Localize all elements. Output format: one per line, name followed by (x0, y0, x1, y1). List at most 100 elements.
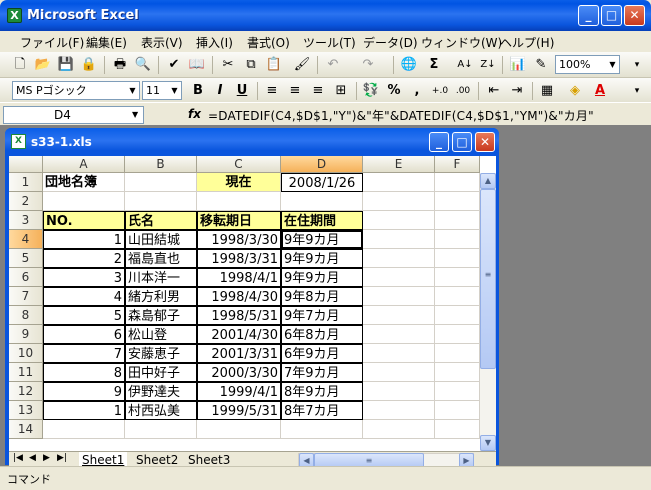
cell[interactable] (43, 192, 125, 211)
redo-icon[interactable]: ↷ (358, 55, 378, 75)
undo-icon[interactable]: ↶ (323, 55, 343, 75)
permission-icon[interactable]: 🔒 (79, 55, 99, 75)
cell[interactable] (363, 306, 435, 325)
toolbar-options-icon[interactable]: ▾ (627, 81, 647, 101)
menu-tools[interactable]: ツール(T) (303, 34, 356, 51)
autosum-icon[interactable]: Σ (424, 55, 444, 75)
open-icon[interactable]: 📂 (33, 55, 53, 75)
copy-icon[interactable]: ⧉ (241, 55, 261, 75)
currency-icon[interactable]: 💱 (361, 81, 381, 101)
row-header[interactable]: 10 (9, 344, 43, 363)
cell[interactable] (363, 230, 435, 249)
menu-insert[interactable]: 挿入(I) (196, 34, 233, 51)
cell-period[interactable]: 9年8カ月 (281, 287, 363, 306)
save-icon[interactable]: 💾 (56, 55, 76, 75)
cell-c3[interactable]: 移転期日 (197, 211, 281, 230)
col-header-d[interactable]: D (281, 156, 363, 173)
row-header[interactable]: 5 (9, 249, 43, 268)
cell-period[interactable]: 8年7カ月 (281, 401, 363, 420)
cell-period[interactable]: 6年8カ月 (281, 325, 363, 344)
cell-name[interactable]: 伊野達夫 (125, 382, 197, 401)
font-color-icon[interactable]: A (590, 81, 610, 101)
new-icon[interactable]: 🗋 (10, 55, 30, 75)
cell[interactable] (435, 363, 480, 382)
cell-name[interactable]: 松山登 (125, 325, 197, 344)
font-name-combo[interactable]: MS Pゴシック ▼ (12, 81, 140, 100)
cell[interactable] (363, 249, 435, 268)
cell[interactable] (197, 420, 281, 439)
cell[interactable] (435, 211, 480, 230)
menu-file[interactable]: ファイル(F) (20, 34, 84, 51)
cell[interactable] (435, 306, 480, 325)
cell-period[interactable]: 9年9カ月 (281, 268, 363, 287)
cell[interactable] (125, 420, 197, 439)
select-all-corner[interactable] (9, 156, 43, 173)
workbook-close-button[interactable]: ✕ (475, 132, 495, 152)
cell[interactable] (363, 192, 435, 211)
cell[interactable] (197, 192, 281, 211)
cell-no[interactable]: 1 (43, 401, 125, 420)
cell-no[interactable]: 6 (43, 325, 125, 344)
cell[interactable] (435, 344, 480, 363)
row-header[interactable]: 9 (9, 325, 43, 344)
cell[interactable] (363, 420, 435, 439)
cell[interactable] (435, 173, 480, 192)
cell-name[interactable]: 森島郁子 (125, 306, 197, 325)
name-box[interactable]: D4 (3, 106, 144, 124)
row-header[interactable]: 4 (9, 230, 43, 249)
hyperlink-icon[interactable]: 🌐 (399, 55, 419, 75)
cell-no[interactable]: 8 (43, 363, 125, 382)
menu-help[interactable]: ヘルプ(H) (500, 34, 554, 51)
cell[interactable] (435, 268, 480, 287)
row-header[interactable]: 3 (9, 211, 43, 230)
cell-no[interactable]: 4 (43, 287, 125, 306)
merge-center-icon[interactable]: ⊞ (331, 81, 351, 101)
prev-sheet-icon[interactable]: ◀ (29, 453, 36, 463)
row-header[interactable]: 1 (9, 173, 43, 192)
cell[interactable] (435, 382, 480, 401)
cell-no[interactable]: 1 (43, 230, 125, 249)
borders-icon[interactable]: ▦ (537, 81, 557, 101)
cell-date[interactable]: 2001/4/30 (197, 325, 281, 344)
spelling-icon[interactable]: ✔ (164, 55, 184, 75)
chevron-down-icon[interactable]: ▼ (132, 110, 138, 119)
cell[interactable] (363, 325, 435, 344)
close-button[interactable]: ✕ (624, 5, 645, 26)
col-header-b[interactable]: B (125, 156, 197, 173)
row-header[interactable]: 2 (9, 192, 43, 211)
cell[interactable] (363, 382, 435, 401)
cell[interactable] (363, 344, 435, 363)
col-header-a[interactable]: A (43, 156, 125, 173)
cell-no[interactable]: 3 (43, 268, 125, 287)
vertical-scrollbar[interactable]: ▲ ≡ ▼ (480, 173, 496, 451)
menu-edit[interactable]: 編集(E) (86, 34, 127, 51)
cell-period[interactable]: 9年9カ月 (281, 249, 363, 268)
col-header-f[interactable]: F (435, 156, 480, 173)
cell-d1[interactable]: 2008/1/26 (281, 173, 363, 192)
cell-date[interactable]: 1998/4/30 (197, 287, 281, 306)
cell-name[interactable]: 安藤恵子 (125, 344, 197, 363)
cell-period[interactable]: 7年9カ月 (281, 363, 363, 382)
cell[interactable] (363, 287, 435, 306)
col-header-e[interactable]: E (363, 156, 435, 173)
cell[interactable] (125, 173, 197, 192)
cell-name[interactable]: 村西弘美 (125, 401, 197, 420)
cell-a3[interactable]: NO. (43, 211, 125, 230)
cell-date[interactable]: 1998/5/31 (197, 306, 281, 325)
workbook-maximize-button[interactable]: □ (452, 132, 472, 152)
cell-name[interactable]: 川本洋一 (125, 268, 197, 287)
row-header[interactable]: 7 (9, 287, 43, 306)
font-size-combo[interactable]: 11 ▼ (142, 81, 182, 100)
cell-c1[interactable]: 現在 (197, 173, 281, 192)
cell[interactable] (363, 211, 435, 230)
decrease-decimal-icon[interactable]: .00 (453, 81, 473, 101)
cell-a1[interactable]: 団地名簿 (43, 173, 125, 192)
scroll-thumb[interactable]: ≡ (480, 189, 496, 369)
cell[interactable] (435, 401, 480, 420)
formula-input[interactable]: =DATEDIF(C4,$D$1,"Y")&"年"&DATEDIF(C4,$D$… (208, 107, 594, 124)
cell[interactable] (435, 325, 480, 344)
chevron-down-icon[interactable]: ▼ (126, 82, 139, 99)
cell-no[interactable]: 5 (43, 306, 125, 325)
cell-name[interactable]: 山田結城 (125, 230, 197, 249)
row-header[interactable]: 12 (9, 382, 43, 401)
